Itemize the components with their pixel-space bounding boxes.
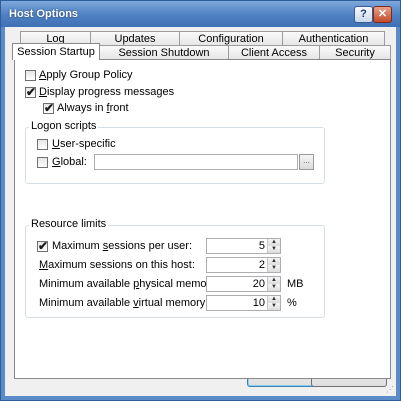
browse-button[interactable]: ... — [299, 154, 314, 170]
spinner-up-icon[interactable]: ▲ — [267, 239, 280, 246]
max-sessions-per-user-value: 5 — [258, 240, 265, 252]
tab-security[interactable]: Security — [319, 45, 391, 59]
virtual-memory-unit: % — [287, 297, 297, 309]
tab-session-shutdown[interactable]: Session Shutdown — [99, 45, 229, 59]
tab-updates[interactable]: Updates — [90, 31, 180, 45]
tab-session-startup[interactable]: Session Startup — [12, 43, 100, 60]
max-sessions-host-value: 2 — [258, 259, 265, 271]
spinner-down-icon[interactable]: ▼ — [267, 303, 280, 310]
max-sessions-per-user-label: Maximum sessions per user: — [52, 240, 192, 252]
min-virtual-memory-label: Minimum available virtual memory: — [39, 297, 209, 309]
user-specific-checkbox[interactable] — [37, 139, 48, 150]
min-physical-memory-label: Minimum available physical memory: — [39, 278, 219, 290]
spinner-down-icon[interactable]: ▼ — [267, 284, 280, 291]
check-icon: ✔ — [44, 101, 55, 115]
spinner-up-icon[interactable]: ▲ — [267, 277, 280, 284]
spinner-up-icon[interactable]: ▲ — [267, 296, 280, 303]
always-in-front-label: Always in front — [57, 102, 129, 114]
display-progress-checkbox[interactable]: ✔ — [25, 85, 37, 99]
title-bar[interactable]: Host Options ? ✕ — [1, 1, 400, 27]
window-title: Host Options — [9, 8, 79, 20]
spinner-up-icon[interactable]: ▲ — [267, 258, 280, 265]
min-physical-memory-spinner[interactable]: 20 ▲ ▼ — [206, 276, 281, 292]
max-sessions-per-user-checkbox[interactable]: ✔ — [37, 239, 49, 253]
session-startup-panel: Apply Group Policy ✔ Display progress me… — [14, 59, 391, 379]
global-label: Global: — [52, 156, 87, 168]
check-icon: ✔ — [38, 239, 49, 253]
resize-grip-icon[interactable]: ⋰ — [386, 385, 394, 394]
user-specific-label: User-specific — [52, 138, 116, 150]
max-sessions-host-label: Maximum sessions on this host: — [39, 259, 195, 271]
max-sessions-per-user-spinner[interactable]: 5 ▲ ▼ — [206, 238, 281, 254]
apply-group-policy-checkbox[interactable] — [25, 70, 36, 81]
spinner-down-icon[interactable]: ▼ — [267, 265, 280, 272]
host-options-window: Host Options ? ✕ Log Updates Configurati… — [0, 0, 401, 401]
min-physical-memory-value: 20 — [252, 278, 265, 290]
tab-client-access[interactable]: Client Access — [228, 45, 320, 59]
display-progress-label: Display progress messages — [39, 86, 175, 98]
spinner-down-icon[interactable]: ▼ — [267, 246, 280, 253]
max-sessions-host-spinner[interactable]: 2 ▲ ▼ — [206, 257, 281, 273]
min-virtual-memory-spinner[interactable]: 10 ▲ ▼ — [206, 295, 281, 311]
physical-memory-unit: MB — [287, 278, 304, 290]
help-button[interactable]: ? — [354, 6, 373, 23]
close-button[interactable]: ✕ — [373, 6, 392, 23]
always-in-front-checkbox[interactable]: ✔ — [43, 101, 55, 115]
dialog-body: Log Updates Configuration Authentication… — [5, 27, 396, 396]
apply-group-policy-label: Apply Group Policy — [39, 69, 133, 81]
min-virtual-memory-value: 10 — [252, 297, 265, 309]
tab-configuration[interactable]: Configuration — [179, 31, 283, 45]
check-icon: ✔ — [26, 85, 37, 99]
global-script-input[interactable] — [94, 154, 298, 170]
global-checkbox[interactable] — [37, 157, 48, 168]
resource-limits-title: Resource limits — [29, 218, 109, 230]
logon-scripts-title: Logon scripts — [29, 120, 99, 132]
tab-authentication[interactable]: Authentication — [282, 31, 385, 45]
